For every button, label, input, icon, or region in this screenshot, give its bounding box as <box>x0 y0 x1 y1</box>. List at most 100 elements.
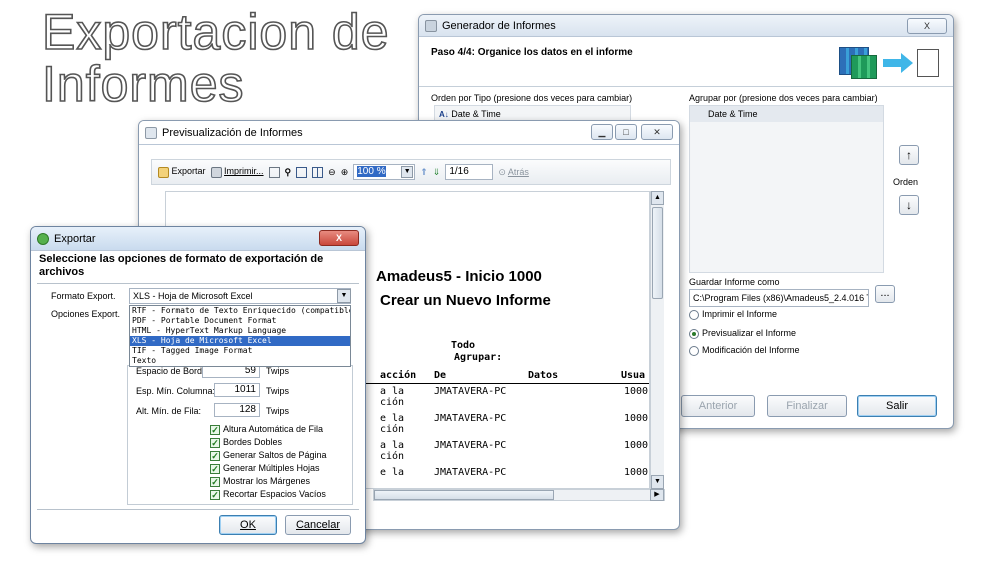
rowheight-field[interactable]: 128 <box>214 403 260 417</box>
format-select[interactable]: XLS - Hoja de Microsoft Excel <box>129 288 351 304</box>
h-scroll-thumb[interactable] <box>374 490 554 500</box>
check-show-margins[interactable]: ✓ Mostrar los Márgenes <box>210 476 310 487</box>
previous-button[interactable]: Anterior <box>681 395 755 417</box>
format-option[interactable]: RTF - Formato de Texto Enriquecido (comp… <box>130 306 350 316</box>
report-row: e la <box>380 467 405 478</box>
preview-close-button[interactable]: ✕ <box>641 124 673 140</box>
next-page-icon[interactable]: ⇓ <box>433 167 441 178</box>
group-by-list[interactable]: Date & Time <box>689 105 884 273</box>
exit-button[interactable]: Salir <box>857 395 937 417</box>
binoculars-icon[interactable]: ⚲ <box>285 167 292 178</box>
export-close-button[interactable]: X <box>319 230 359 246</box>
column-data: Datos <box>528 370 559 381</box>
checkbox[interactable]: ✓ <box>210 450 220 461</box>
report-row: a la ción <box>380 440 405 462</box>
option-modify[interactable]: Modificación del Informe <box>689 345 800 356</box>
check-page-breaks[interactable]: ✓ Generar Saltos de Página <box>210 450 327 461</box>
column-action: acción <box>380 370 417 381</box>
all-label: Todo <box>451 340 476 351</box>
finish-button[interactable]: Finalizar <box>767 395 847 417</box>
checkbox[interactable]: ✓ <box>210 437 220 448</box>
preview-maximize-button[interactable]: □ <box>615 124 637 140</box>
row-user: 1000 <box>624 440 649 451</box>
zoom-select[interactable]: 100 % ▼ <box>353 164 416 180</box>
arrow-down-icon: ↓ <box>906 198 912 212</box>
options-label: Opciones Export. <box>51 309 121 319</box>
generator-step-title: Paso 4/4: Organice los datos en el infor… <box>431 47 633 58</box>
ok-button[interactable]: OK <box>219 515 277 535</box>
multi-page-icon[interactable] <box>312 166 324 178</box>
format-option[interactable]: Texto <box>130 356 350 366</box>
scroll-up-icon[interactable]: ▲ <box>651 191 664 205</box>
scroll-down-icon[interactable]: ▼ <box>651 475 664 489</box>
browse-button[interactable]: ... <box>875 285 895 303</box>
previous-page-icon[interactable]: ⇑ <box>420 167 428 178</box>
format-select-chevron-icon[interactable]: ▼ <box>337 289 351 303</box>
checkbox[interactable]: ✓ <box>210 463 220 474</box>
copy-icon[interactable] <box>268 166 280 178</box>
format-option[interactable]: HTML - HyperText Markup Language <box>130 326 350 336</box>
cancel-button[interactable]: Cancelar <box>285 515 351 535</box>
radio-print[interactable] <box>689 309 699 320</box>
format-option[interactable]: TIF - Tagged Image Format <box>130 346 350 356</box>
column-user: Usua <box>621 370 646 381</box>
group-by-label: Agrupar por (presione dos veces para cam… <box>689 93 878 103</box>
generator-step-header: Paso 4/4: Organice los datos en el infor… <box>419 37 953 87</box>
checkbox[interactable]: ✓ <box>210 489 220 500</box>
preview-minimize-button[interactable]: ▁ <box>591 124 613 140</box>
option-preview[interactable]: Previsualizar el Informe <box>689 328 796 339</box>
checkbox[interactable]: ✓ <box>210 476 220 487</box>
order-side-label: Orden <box>893 177 919 187</box>
zoom-in-icon[interactable]: ⊕ <box>341 167 349 178</box>
row-from: JMATAVERA-PC <box>434 386 507 397</box>
format-option[interactable]: PDF - Portable Document Format <box>130 316 350 326</box>
group-by-item[interactable]: Date & Time <box>690 106 883 122</box>
preview-horizontal-scrollbar[interactable]: ▶ <box>373 489 665 501</box>
border-label: Espacio de Borde: <box>136 366 210 376</box>
single-page-icon[interactable] <box>296 166 308 178</box>
arrow-up-icon: ↑ <box>906 148 912 162</box>
page-field[interactable]: 1/16 <box>445 164 494 180</box>
report-title: Amadeus5 - Inicio 1000 <box>376 268 542 285</box>
print-button[interactable]: Imprimir... <box>210 166 264 178</box>
hero-title-line1: Exportacion de <box>41 4 390 60</box>
preview-vertical-scrollbar[interactable]: ▲ ▼ <box>650 191 664 489</box>
checkbox[interactable]: ✓ <box>210 424 220 435</box>
scroll-right-icon[interactable]: ▶ <box>650 489 664 501</box>
move-down-button[interactable]: ↓ <box>899 195 919 215</box>
row-from: JMATAVERA-PC <box>434 413 507 424</box>
border-unit: Twips <box>266 366 290 376</box>
format-dropdown-list[interactable]: RTF - Formato de Texto Enriquecido (comp… <box>129 305 351 367</box>
colwidth-label: Esp. Mín. Columna: <box>136 386 216 396</box>
report-subtitle: Crear un Nuevo Informe <box>380 292 551 309</box>
generator-close-button[interactable]: X <box>907 18 947 34</box>
colwidth-unit: Twips <box>266 386 290 396</box>
check-auto-row-height[interactable]: ✓ Altura Automática de Fila <box>210 424 323 435</box>
report-row: a la ción <box>380 386 405 408</box>
option-print[interactable]: Imprimir el Informe <box>689 309 777 320</box>
export-icon <box>158 166 169 178</box>
row-user: 1000 <box>624 467 649 478</box>
save-report-label: Guardar Informe como <box>689 277 780 287</box>
check-multiple-sheets[interactable]: ✓ Generar Múltiples Hojas <box>210 463 320 474</box>
check-double-borders[interactable]: ✓ Bordes Dobles <box>210 437 282 448</box>
group-label: Agrupar: <box>454 352 503 363</box>
check-trim-empty[interactable]: ✓ Recortar Espacios Vacíos <box>210 489 326 500</box>
row-from: JMATAVERA-PC <box>434 440 507 451</box>
save-path-field[interactable]: C:\Program Files (x86)\Amadeus5_2.4.016 … <box>689 289 869 307</box>
colwidth-field[interactable]: 1011 <box>214 383 260 397</box>
radio-modify[interactable] <box>689 345 699 356</box>
back-button[interactable]: ⊙ Atrás <box>498 167 529 178</box>
sort-az-icon: A↓ <box>439 110 449 119</box>
export-heading: Seleccione las opciones de formato de ex… <box>39 253 324 278</box>
export-app-icon <box>37 232 49 245</box>
format-option-selected[interactable]: XLS - Hoja de Microsoft Excel <box>130 336 350 346</box>
rowheight-label: Alt. Mín. de Fila: <box>136 406 202 416</box>
move-up-button[interactable]: ↑ <box>899 145 919 165</box>
zoom-out-icon[interactable]: ⊖ <box>328 167 336 178</box>
footer-rule <box>37 509 359 510</box>
scroll-thumb[interactable] <box>652 207 663 299</box>
format-label: Formato Export. <box>51 291 116 301</box>
radio-preview[interactable] <box>689 328 699 339</box>
export-button[interactable]: Exportar <box>158 166 206 178</box>
